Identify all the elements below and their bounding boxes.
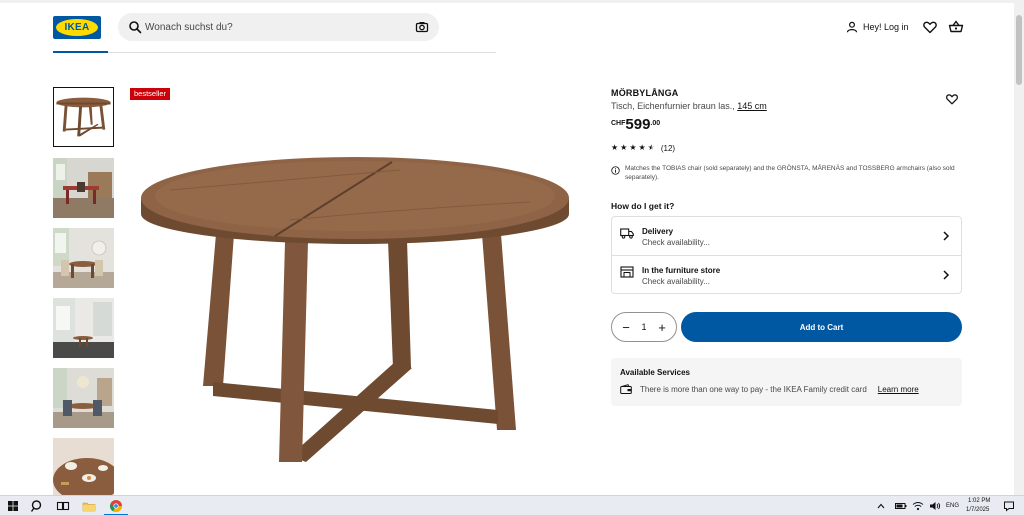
product-main-image[interactable] xyxy=(130,110,580,490)
product-name: MÖRBYLÅNGA xyxy=(611,88,679,98)
rating-stars: ★ ★ ★ ★ ★ xyxy=(611,143,655,153)
taskbar-search-icon[interactable] xyxy=(30,499,44,513)
delivery-title: Delivery xyxy=(642,227,674,236)
store-icon xyxy=(620,266,634,278)
page-scrollbar[interactable] xyxy=(1014,3,1024,495)
windows-start-icon[interactable] xyxy=(6,499,20,513)
quantity-value[interactable]: 1 xyxy=(641,322,646,332)
nav-active-indicator xyxy=(53,51,108,53)
learn-more-link[interactable]: Learn more xyxy=(878,385,919,394)
cart-icon[interactable] xyxy=(948,19,964,35)
battery-icon[interactable] xyxy=(894,499,908,513)
increase-quantity-button[interactable]: + xyxy=(656,321,668,334)
volume-icon[interactable] xyxy=(928,499,942,513)
thumbnail-product[interactable] xyxy=(53,87,114,147)
star-icon: ★ xyxy=(611,143,619,152)
thumbnail-dining-room-1[interactable] xyxy=(53,158,114,218)
thumbnail-dining-room-2[interactable] xyxy=(53,228,114,288)
quantity-stepper: − 1 + xyxy=(611,312,677,342)
camera-icon[interactable] xyxy=(415,20,429,34)
availability-box: Delivery Check availability... In the fu… xyxy=(611,216,962,294)
language-indicator[interactable]: ENG xyxy=(946,503,959,509)
chevron-right-icon xyxy=(943,270,950,280)
thumbnail-dining-room-4[interactable] xyxy=(53,368,114,428)
store-title: In the furniture store xyxy=(642,266,721,275)
thumbnail-dining-room-3[interactable] xyxy=(53,298,114,358)
product-size-link[interactable]: 145 cm xyxy=(737,101,767,111)
bestseller-badge: bestseller xyxy=(130,88,171,100)
services-text: There is more than one way to pay - the … xyxy=(640,384,867,394)
clock-time[interactable]: 1:02 PM xyxy=(968,498,990,504)
half-star-icon: ★ xyxy=(647,143,655,152)
chrome-icon[interactable] xyxy=(109,499,123,513)
favourite-heart-icon[interactable] xyxy=(945,92,959,106)
clock-date[interactable]: 1/7/2025 xyxy=(966,507,989,513)
table-thumbnail-image xyxy=(54,88,113,146)
truck-icon xyxy=(620,228,634,239)
product-price: CHF 599 .00 xyxy=(611,117,660,133)
ikea-product-page: IKEA Hey! Log in xyxy=(0,0,1024,515)
price-currency: CHF xyxy=(611,120,626,127)
notification-icon[interactable] xyxy=(1003,499,1015,513)
store-subtitle: Check availability... xyxy=(642,277,710,286)
services-heading: Available Services xyxy=(620,368,690,377)
heart-icon[interactable] xyxy=(922,19,938,35)
decrease-quantity-button[interactable]: − xyxy=(620,321,632,334)
wallet-icon xyxy=(620,384,632,394)
available-services: Available Services There is more than on… xyxy=(611,358,962,406)
search-input[interactable] xyxy=(145,17,405,37)
windows-taskbar: ENG 1:02 PM 1/7/2025 xyxy=(0,495,1024,515)
search-bar[interactable] xyxy=(118,13,439,41)
star-icon: ★ xyxy=(620,143,628,152)
review-count: (12) xyxy=(660,143,676,153)
chevron-right-icon xyxy=(943,231,950,241)
delivery-subtitle: Check availability... xyxy=(642,238,710,247)
matching-note-text: Matches the TOBIAS chair (sold separatel… xyxy=(625,165,955,181)
user-icon xyxy=(846,21,858,33)
chevron-up-icon[interactable] xyxy=(876,499,886,513)
delivery-option[interactable]: Delivery Check availability... xyxy=(612,217,961,255)
site-header: IKEA Hey! Log in xyxy=(0,3,1010,53)
thumbnail-table-detail[interactable] xyxy=(53,438,114,498)
logo-text: IKEA xyxy=(64,22,90,33)
search-icon xyxy=(129,21,142,34)
star-icon: ★ xyxy=(638,143,646,152)
star-icon: ★ xyxy=(629,143,637,152)
store-option[interactable]: In the furniture store Check availabilit… xyxy=(612,255,961,293)
login-label: Hey! Log in xyxy=(863,22,909,32)
wifi-icon[interactable] xyxy=(911,499,925,513)
product-description: Tisch, Eichenfurnier braun las., 145 cm xyxy=(611,101,767,111)
price-decimal: .00 xyxy=(650,120,661,127)
info-icon xyxy=(611,166,620,175)
matching-note: Matches the TOBIAS chair (sold separatel… xyxy=(611,164,962,182)
price-integer: 599 xyxy=(625,116,651,133)
fulfilment-heading: How do I get it? xyxy=(611,201,675,211)
login-link[interactable]: Hey! Log in xyxy=(846,19,909,35)
scrollbar-thumb[interactable] xyxy=(1016,15,1022,85)
product-rating[interactable]: ★ ★ ★ ★ ★ (12) xyxy=(611,143,675,153)
file-explorer-icon[interactable] xyxy=(82,499,96,513)
task-view-icon[interactable] xyxy=(56,499,70,513)
add-to-cart-button[interactable]: Add to Cart xyxy=(681,312,962,342)
ikea-logo[interactable]: IKEA xyxy=(53,16,101,39)
header-divider xyxy=(108,52,496,53)
